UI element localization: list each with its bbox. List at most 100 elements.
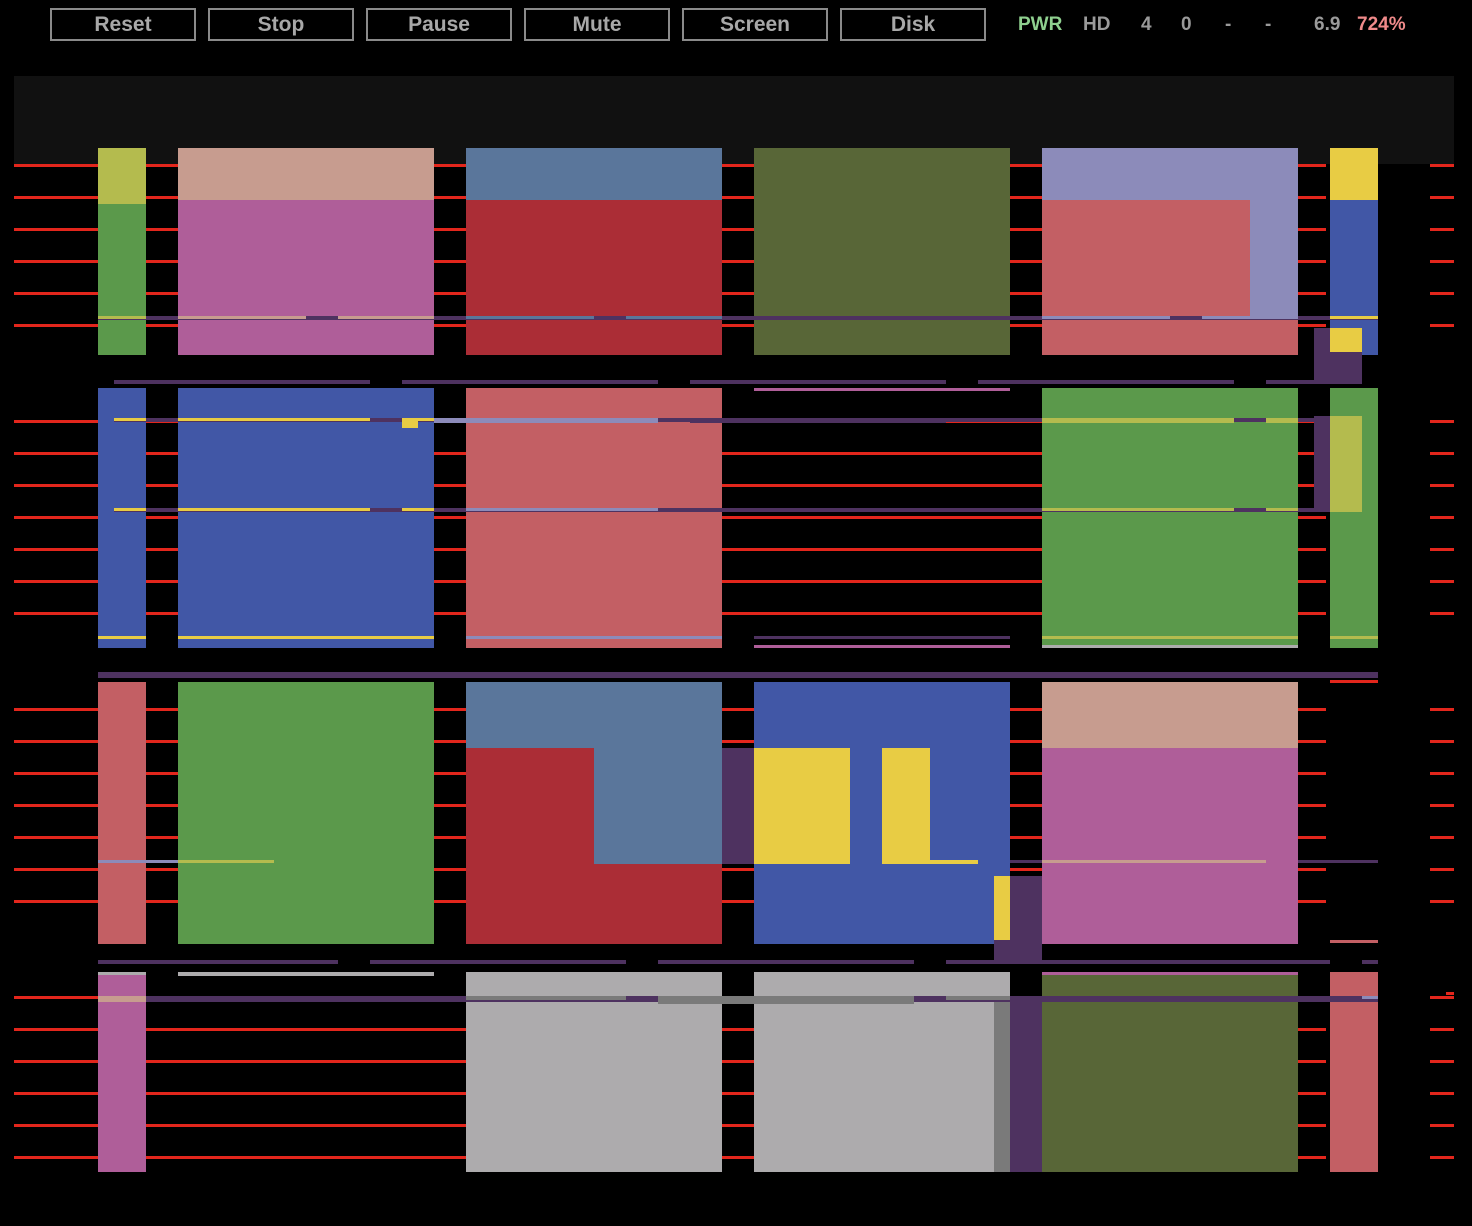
status-value-2: 0 (1181, 14, 1192, 35)
screen-block (178, 200, 434, 355)
screen-block (1042, 148, 1298, 200)
scanline (1042, 860, 1266, 863)
scanline (98, 996, 146, 1002)
screen-block (994, 996, 1010, 1172)
right-tick (1430, 996, 1454, 999)
reset-button[interactable]: Reset (50, 8, 196, 41)
screen-block (1330, 148, 1378, 200)
right-tick (1430, 1156, 1454, 1159)
scanline (1042, 508, 1234, 511)
scanline (946, 996, 1010, 1000)
screen-block (98, 148, 146, 204)
mute-button[interactable]: Mute (524, 8, 670, 41)
scanline (98, 316, 146, 319)
scanline (98, 972, 146, 975)
scanline (754, 388, 1010, 391)
scanline (178, 860, 274, 863)
scanline (1010, 860, 1042, 863)
scanline (98, 636, 146, 639)
screen-block (98, 388, 146, 648)
scanline (466, 316, 594, 319)
screen-block (178, 148, 434, 204)
screen-block (98, 682, 146, 944)
right-tick (1430, 1060, 1454, 1063)
disk-button[interactable]: Disk (840, 8, 986, 41)
right-tick (1430, 580, 1454, 583)
emulator-screen[interactable] (14, 76, 1454, 1172)
scanline (1362, 960, 1378, 964)
right-tick (1430, 516, 1454, 519)
scanline (338, 316, 434, 319)
right-tick (1430, 1028, 1454, 1031)
scanline (1330, 636, 1378, 639)
screen-block (402, 418, 418, 428)
right-tick (1430, 612, 1454, 615)
scanline (466, 508, 658, 511)
scanline (114, 508, 146, 511)
pause-button[interactable]: Pause (366, 8, 512, 41)
scanline (178, 972, 434, 976)
screen-block (178, 682, 434, 944)
screen-block (722, 748, 754, 864)
screen-block (1250, 320, 1298, 355)
stop-button[interactable]: Stop (208, 8, 354, 41)
right-tick (1430, 452, 1454, 455)
power-indicator: PWR (1018, 14, 1063, 35)
scanline (626, 316, 722, 319)
screen-button[interactable]: Screen (682, 8, 828, 41)
screen-block (594, 748, 722, 864)
screen-block (754, 148, 1010, 355)
screen-block (1330, 416, 1362, 512)
scanline (1330, 316, 1378, 319)
screen-block (1010, 996, 1042, 1172)
scanline (178, 508, 370, 511)
screen-block (594, 864, 722, 944)
status-value-3: - (1225, 14, 1232, 35)
hd-indicator: HD (1083, 14, 1111, 35)
screen-block (994, 876, 1010, 940)
toolbar: Reset Stop Pause Mute Screen Disk PWR HD… (0, 0, 1472, 52)
right-tick (1430, 740, 1454, 743)
screen-block (466, 388, 722, 648)
right-tick (1430, 804, 1454, 807)
scanline (466, 636, 722, 639)
right-tick (1430, 1124, 1454, 1127)
screen-block (98, 204, 146, 355)
screen-block (466, 748, 594, 944)
right-tick (1430, 196, 1454, 199)
scanline (690, 508, 946, 511)
scanline (978, 380, 1234, 384)
right-tick (1430, 228, 1454, 231)
scanline (1266, 380, 1362, 384)
right-tick (1430, 548, 1454, 551)
screen-block (882, 748, 930, 864)
scanline (402, 508, 434, 511)
screen-block (754, 748, 850, 864)
screen-block (466, 148, 722, 200)
scanline (754, 645, 1010, 648)
scanline (1042, 636, 1298, 639)
screen-block (1042, 388, 1298, 648)
scanline (114, 418, 146, 421)
right-tick (1430, 484, 1454, 487)
scanline (658, 960, 914, 964)
scanline (946, 960, 1330, 964)
right-tick (1446, 992, 1454, 995)
scanline (754, 636, 1010, 639)
purple-scanline (98, 672, 1378, 678)
scanline (1266, 418, 1298, 423)
scanline (930, 860, 978, 864)
status-value-1: 4 (1141, 14, 1152, 35)
scanline (690, 418, 946, 423)
right-tick (1430, 292, 1454, 295)
screen-block (1042, 682, 1298, 748)
scanline (98, 860, 178, 863)
scanline (1330, 940, 1378, 943)
screen-block (466, 682, 722, 748)
scanline (178, 418, 370, 421)
screen-block (1042, 748, 1298, 944)
right-tick (1430, 900, 1454, 903)
screen-block (1330, 328, 1362, 352)
right-tick (1430, 868, 1454, 871)
scanline (1042, 645, 1298, 648)
